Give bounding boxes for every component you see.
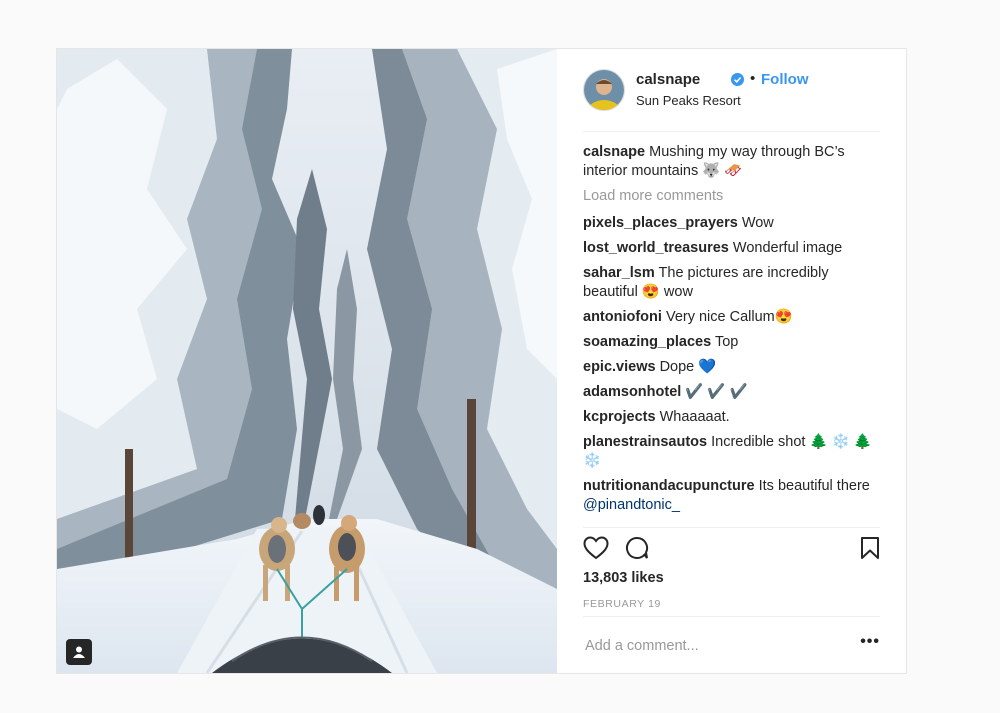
list-item: planestrainsautos Incredible shot 🌲 ❄️ 🌲…	[583, 433, 884, 471]
comment-text: Whaaaaat.	[659, 409, 730, 425]
comment-username[interactable]: kcprojects	[583, 409, 656, 425]
comment-text: Dope 💙	[659, 359, 717, 375]
comment-username[interactable]: nutritionandacupuncture	[583, 478, 755, 494]
post-header: calsnape • Follow Sun Peaks Resort	[583, 49, 880, 132]
comment-input[interactable]	[583, 637, 847, 655]
comment-text: Wonderful image	[732, 240, 843, 256]
add-comment-section: •••	[583, 616, 880, 674]
post-date: FEBRUARY 19	[583, 598, 661, 610]
comments-list[interactable]: calsnape Mushing my way through BC’s int…	[583, 143, 884, 527]
avatar[interactable]	[583, 69, 625, 111]
post-actions: 13,803 likes FEBRUARY 19	[583, 527, 880, 616]
comment-text: Its beautiful there	[758, 478, 870, 494]
comment-username[interactable]: planestrainsautos	[583, 434, 707, 450]
comment-text: Wow	[741, 215, 774, 231]
comment-username[interactable]: lost_world_treasures	[583, 240, 729, 256]
comment-bubble-icon[interactable]	[625, 536, 649, 565]
list-item: epic.views Dope 💙	[583, 358, 884, 377]
list-item: adamsonhotel ✔️ ✔️ ✔️	[583, 383, 884, 402]
comment-text: Very nice Callum😍	[665, 309, 793, 325]
bookmark-icon[interactable]	[860, 536, 880, 565]
list-item: kcprojects Whaaaaat.	[583, 408, 884, 427]
list-item: nutritionandacupuncture Its beautiful th…	[583, 477, 884, 515]
caption-username[interactable]: calsnape	[583, 144, 645, 160]
snowy-forest-dog-sled-image	[57, 49, 557, 673]
comment-username[interactable]: pixels_places_prayers	[583, 215, 738, 231]
list-item: antoniofoni Very nice Callum😍	[583, 308, 884, 327]
list-item: lost_world_treasures Wonderful image	[583, 239, 884, 258]
list-item: sahar_lsm The pictures are incredibly be…	[583, 264, 884, 302]
comment-text: ✔️ ✔️ ✔️	[685, 384, 748, 400]
load-more-comments-button[interactable]: Load more comments	[583, 187, 884, 206]
more-options-button[interactable]: •••	[860, 633, 880, 651]
tagged-user-icon[interactable]	[66, 639, 92, 665]
comment-text: Top	[714, 334, 739, 350]
list-item: pixels_places_prayers Wow	[583, 214, 884, 233]
likes-count[interactable]: 13,803 likes	[583, 570, 664, 586]
post-sidebar: calsnape • Follow Sun Peaks Resort calsn…	[557, 49, 906, 673]
follow-button[interactable]: Follow	[761, 71, 809, 88]
comment-username[interactable]: sahar_lsm	[583, 265, 655, 281]
comment-username[interactable]: soamazing_places	[583, 334, 711, 350]
comment-username[interactable]: adamsonhotel	[583, 384, 681, 400]
heart-icon[interactable]	[583, 536, 609, 565]
comment-username[interactable]: epic.views	[583, 359, 656, 375]
post-card: calsnape • Follow Sun Peaks Resort calsn…	[56, 48, 907, 674]
comment-username[interactable]: antoniofoni	[583, 309, 662, 325]
location-link[interactable]: Sun Peaks Resort	[636, 93, 741, 108]
caption: calsnape Mushing my way through BC’s int…	[583, 143, 884, 181]
comment-mention-link[interactable]: @pinandtonic_	[583, 497, 680, 513]
post-photo[interactable]	[57, 49, 557, 673]
verified-badge-icon	[731, 73, 744, 91]
separator-dot: •	[750, 70, 756, 87]
username-link[interactable]: calsnape	[636, 71, 700, 88]
list-item: soamazing_places Top	[583, 333, 884, 352]
